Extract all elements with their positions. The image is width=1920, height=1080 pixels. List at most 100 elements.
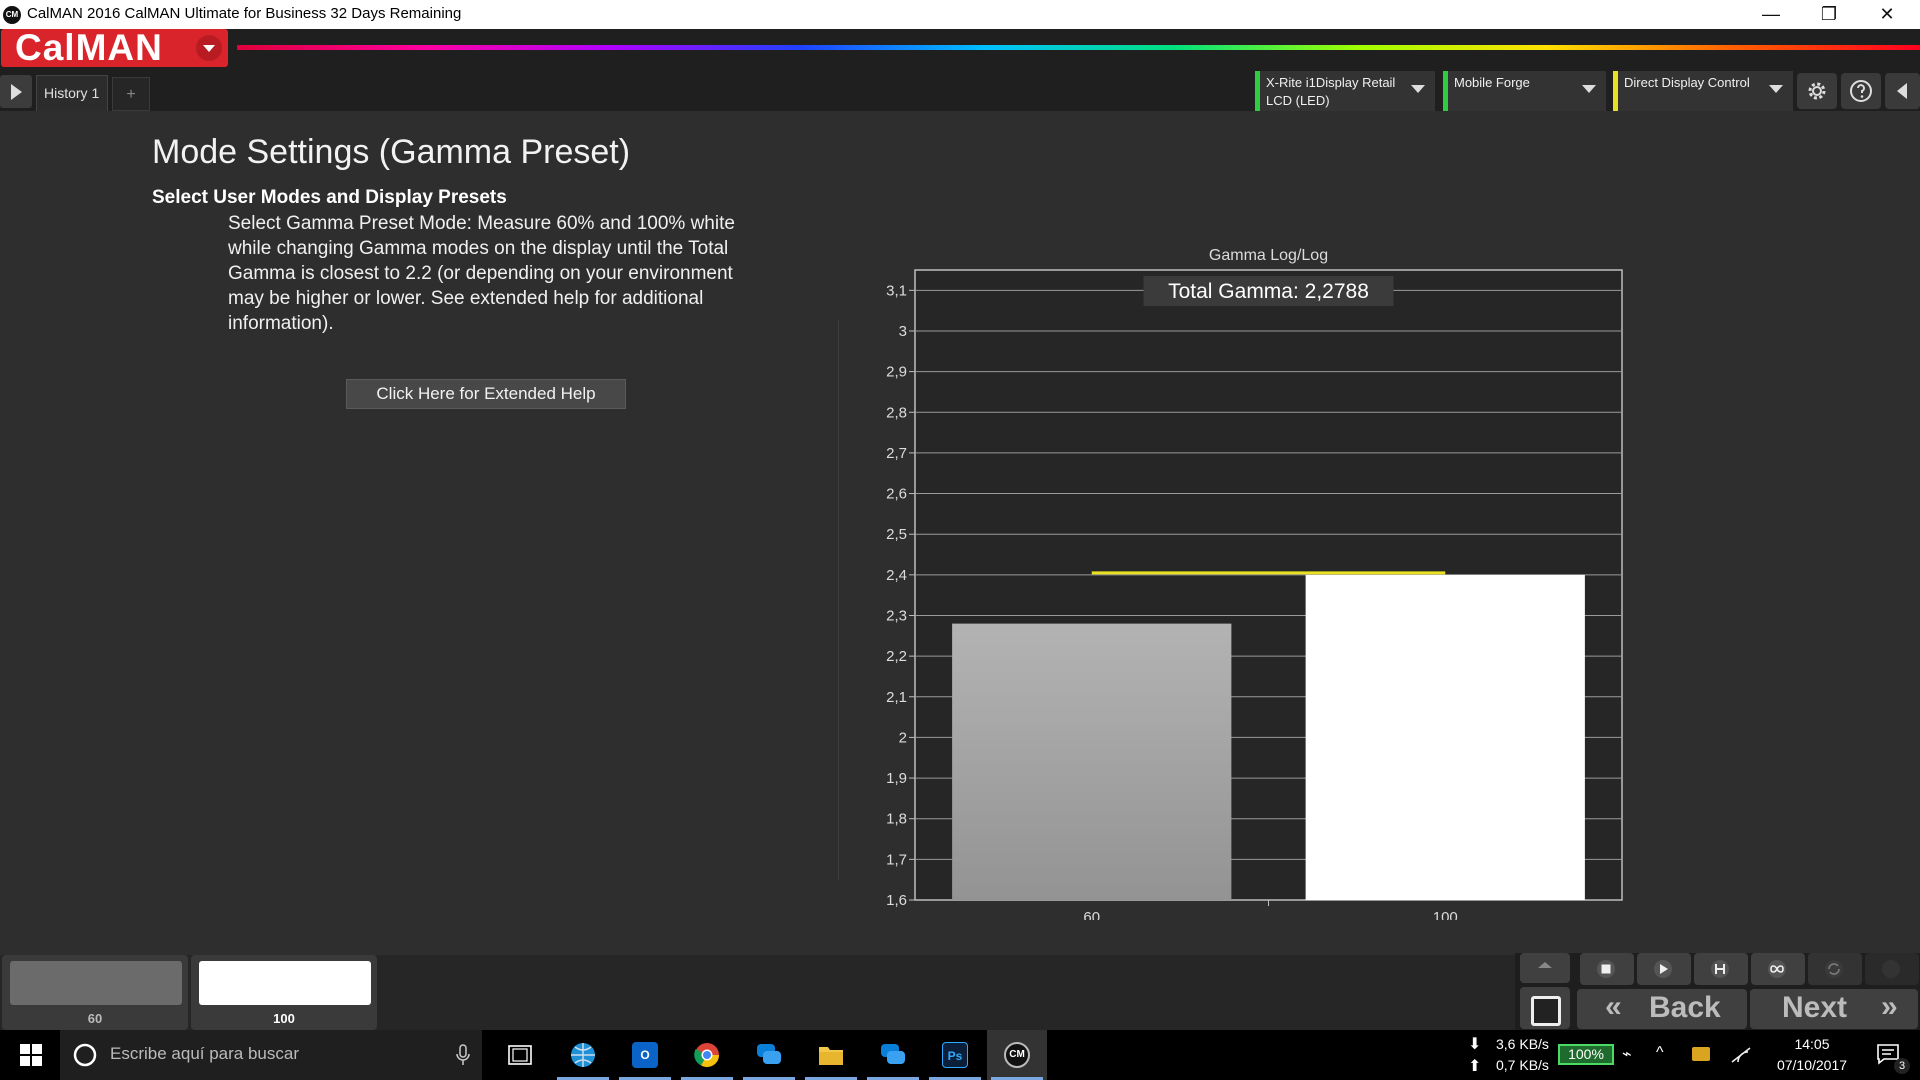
outlook-icon: O — [632, 1042, 658, 1068]
calman-menu-button[interactable]: CalMAN — [1, 27, 228, 68]
restore-button[interactable]: ❐ — [1800, 0, 1858, 29]
notification-count: 3 — [1894, 1058, 1910, 1074]
window-title: CalMAN 2016 CalMAN Ultimate for Business… — [27, 5, 462, 22]
source-selector[interactable]: Mobile Forge — [1443, 71, 1606, 111]
task-view-icon — [508, 1045, 532, 1065]
y-tick-label: 3 — [899, 323, 907, 340]
meter-name: X-Rite i1Display Retail — [1266, 75, 1396, 90]
arrow-down-icon: ⬇ — [1468, 1036, 1482, 1053]
cortana-icon — [73, 1043, 97, 1067]
next-label: Next — [1782, 991, 1848, 1024]
y-tick-label: 1,8 — [886, 811, 907, 828]
action-center-button[interactable]: 3 — [1866, 1030, 1918, 1080]
x-tick-label: 60 — [1083, 909, 1100, 920]
y-tick-label: 1,6 — [886, 892, 907, 909]
bar-60 — [952, 623, 1232, 900]
folder-icon — [819, 1047, 843, 1065]
y-tick-label: 1,9 — [886, 770, 907, 787]
chrome-icon — [694, 1043, 719, 1068]
window-title-bar: CM CalMAN 2016 CalMAN Ultimate for Busin… — [0, 0, 1920, 29]
taskbar-app-chat-1[interactable] — [739, 1030, 799, 1080]
tab-history-1[interactable]: History 1 — [36, 75, 108, 111]
triangle-left-icon — [1897, 83, 1907, 99]
stop-button[interactable] — [1580, 953, 1634, 985]
y-tick-label: 2,3 — [886, 607, 907, 624]
double-chevron-right-icon: » — [1881, 990, 1898, 1023]
clock[interactable]: 14:05 07/10/2017 — [1762, 1030, 1862, 1080]
eject-button[interactable] — [1520, 953, 1570, 983]
power-plug-icon: ⌁ — [1622, 1046, 1632, 1063]
show-hidden-icons-button[interactable]: ^ — [1650, 1030, 1674, 1080]
y-tick-label: 2 — [899, 729, 907, 746]
thumbnail-60[interactable]: 60 — [2, 955, 188, 1030]
settings-button[interactable] — [1797, 73, 1837, 109]
gamma-log-log-chart: Gamma Log/Log 1,6 1,7 1,8 1,9 2 2,1 2,2 2,3 2,4 2,… — [886, 247, 1623, 920]
options-button[interactable] — [1865, 953, 1919, 985]
taskbar-app-chrome[interactable] — [677, 1030, 737, 1080]
thumbnail-label: 60 — [87, 1011, 103, 1026]
taskbar-app-chat-2[interactable] — [863, 1030, 923, 1080]
taskbar-app-outlook[interactable]: O — [615, 1030, 675, 1080]
search-placeholder: Escribe aquí para buscar — [110, 1044, 299, 1063]
start-button[interactable] — [0, 1030, 60, 1080]
meter-selector[interactable]: X-Rite i1Display Retail LCD (LED) — [1255, 71, 1435, 111]
taskbar-search-box[interactable]: Escribe aquí para buscar — [60, 1030, 482, 1080]
bracket-icon — [1711, 960, 1729, 978]
photoshop-icon: Ps — [942, 1042, 968, 1068]
upload-speed: 0,7 KB/s — [1496, 1057, 1549, 1073]
panel-divider — [838, 320, 839, 880]
close-button[interactable]: ✕ — [1858, 0, 1916, 29]
taskbar: Escribe aquí para buscar O Ps CM ⬇ ⬆ 3,6… — [0, 1030, 1920, 1080]
help-icon — [1850, 80, 1872, 102]
tray-app-icon[interactable] — [1688, 1030, 1714, 1080]
collapse-panel-button[interactable] — [1885, 73, 1920, 109]
y-tick-label: 2,6 — [886, 486, 907, 503]
add-tab-button[interactable]: + — [112, 77, 150, 111]
play-button[interactable] — [1637, 953, 1691, 985]
x-tick-label: 100 — [1433, 909, 1458, 920]
y-tick-label: 2,9 — [886, 364, 907, 381]
play-icon[interactable] — [0, 75, 32, 108]
calman-icon: CM — [1004, 1042, 1030, 1068]
y-tick-label: 2,4 — [886, 567, 907, 584]
circle-icon — [1882, 960, 1900, 978]
taskbar-app-globe[interactable] — [553, 1030, 613, 1080]
total-gamma-label: Total Gamma: 2,2788 — [1168, 280, 1369, 303]
y-tick-label: 2,1 — [886, 689, 907, 706]
rainbow-bar — [237, 45, 1920, 50]
y-tick-label: 3,1 — [886, 282, 907, 299]
back-button[interactable]: « Back — [1577, 989, 1747, 1029]
play-icon — [1654, 960, 1672, 978]
taskbar-app-file-explorer[interactable] — [801, 1030, 861, 1080]
infinity-icon — [1768, 960, 1786, 978]
section-subheading: Select User Modes and Display Presets — [152, 187, 507, 208]
gear-icon — [1808, 82, 1826, 100]
next-button[interactable]: Next » — [1750, 989, 1918, 1029]
instructions-text: Select Gamma Preset Mode: Measure 60% an… — [228, 213, 735, 334]
chat-icon — [757, 1044, 781, 1064]
extended-help-button[interactable]: Click Here for Extended Help — [346, 379, 626, 409]
thumbnail-100[interactable]: 100 — [191, 955, 377, 1030]
eject-icon — [1538, 962, 1552, 968]
chevron-up-icon: ^ — [1656, 1044, 1664, 1061]
stop-square-icon[interactable] — [1520, 987, 1570, 1029]
windows-icon — [20, 1044, 42, 1066]
refresh-button[interactable] — [1808, 953, 1862, 985]
taskbar-app-photoshop[interactable]: Ps — [925, 1030, 985, 1080]
battery-percent: 100% — [1558, 1044, 1614, 1065]
y-tick-label: 2,2 — [886, 648, 907, 665]
y-tick-label: 1,7 — [886, 851, 907, 868]
globe-icon — [571, 1043, 595, 1067]
task-view-button[interactable] — [490, 1030, 550, 1080]
arrow-up-icon: ⬆ — [1468, 1058, 1482, 1075]
taskbar-app-calman[interactable]: CM — [987, 1030, 1047, 1080]
chevron-down-icon — [1582, 85, 1596, 93]
wifi-button[interactable] — [1728, 1030, 1754, 1080]
help-button[interactable] — [1841, 73, 1881, 109]
display-selector[interactable]: Direct Display Control — [1613, 71, 1793, 111]
minimize-button[interactable]: — — [1742, 0, 1800, 29]
thumbnail-label: 100 — [273, 1011, 295, 1026]
continuous-button[interactable] — [1751, 953, 1805, 985]
battery-indicator[interactable]: 100% — [1558, 1030, 1618, 1080]
read-series-button[interactable] — [1694, 953, 1748, 985]
